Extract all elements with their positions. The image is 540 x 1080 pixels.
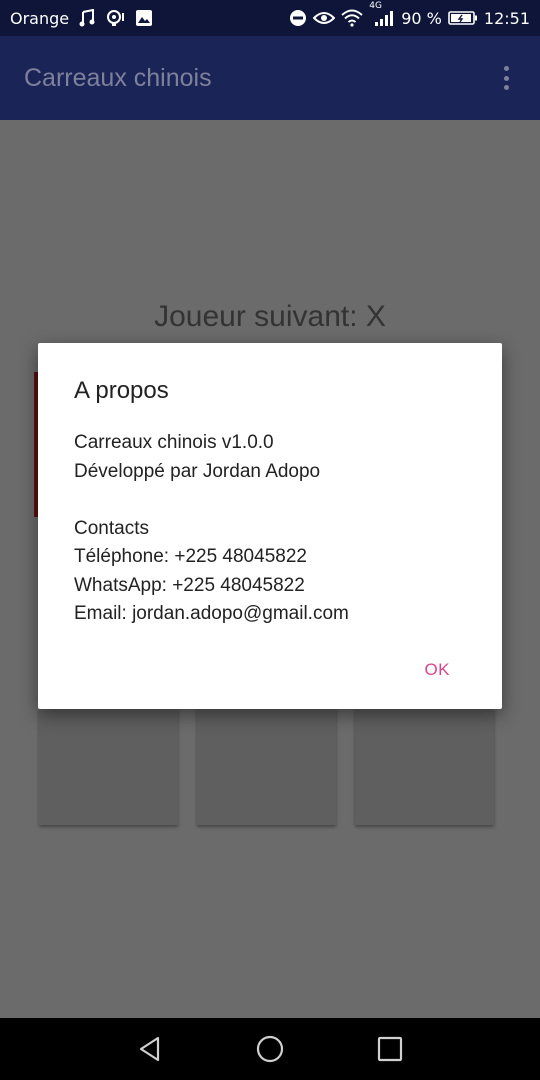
wifi-icon — [341, 9, 363, 27]
music-note-icon — [79, 9, 95, 27]
about-dialog: A propos Carreaux chinois v1.0.0 Dévelop… — [38, 343, 502, 709]
hotspot-icon — [105, 9, 125, 27]
signal-icon: 4G — [369, 1, 395, 27]
developer-text: Développé par Jordan Adopo — [74, 460, 321, 482]
navigation-bar — [0, 1018, 540, 1080]
app-version-text: Carreaux chinois v1.0.0 — [74, 432, 274, 453]
battery-label: 90 % — [401, 8, 442, 28]
contacts-heading: Contacts — [74, 517, 149, 539]
network-type-label: 4G — [369, 1, 382, 11]
back-icon[interactable] — [130, 1029, 170, 1069]
do-not-disturb-icon — [289, 9, 307, 27]
phone-text: Téléphone: +225 48045822 — [74, 546, 307, 567]
home-icon[interactable] — [250, 1029, 290, 1069]
image-icon — [135, 9, 153, 27]
ok-button[interactable]: OK — [424, 660, 450, 680]
carrier-label: Orange — [10, 8, 70, 28]
whatsapp-text: WhatsApp: +225 48045822 — [74, 574, 305, 596]
dialog-title: A propos — [74, 377, 169, 404]
status-bar: Orange 4G 90 % 12:51 — [0, 0, 540, 36]
email-text: Email: jordan.adopo@gmail.com — [74, 603, 349, 624]
recents-icon[interactable] — [370, 1029, 410, 1069]
dialog-spacer — [74, 486, 466, 515]
battery-icon — [448, 10, 478, 26]
clock-label: 12:51 — [483, 8, 530, 28]
eye-icon — [313, 10, 336, 26]
